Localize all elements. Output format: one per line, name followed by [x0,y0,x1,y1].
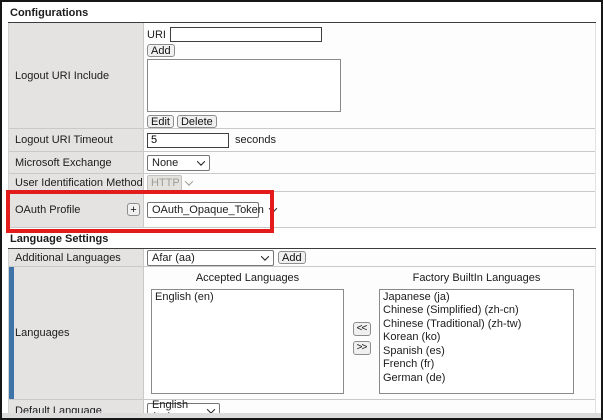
language-settings-table: Additional Languages Afar (aa) Add Langu… [8,249,596,420]
user-identification-method-label: User Identification Method [15,177,143,189]
bottom-scroll-strip [2,413,601,418]
microsoft-exchange-row: Microsoft Exchange None [9,151,595,173]
factory-builtin-languages-title: Factory BuiltIn Languages [379,272,574,285]
user-identification-method-selected-value: HTTP [151,177,180,189]
oauth-profile-select[interactable]: OAuth_Opaque_Token [147,202,259,218]
additional-languages-row: Additional Languages Afar (aa) Add [9,249,595,266]
logout-uri-timeout-content: seconds [144,129,595,151]
factory-builtin-languages-listbox[interactable]: Japanese (ja) Chinese (Simplified) (zh-c… [379,289,574,394]
oauth-profile-row: OAuth Profile + OAuth_Opaque_Token [9,191,595,227]
oauth-profile-label: OAuth Profile [15,204,80,216]
chevron-down-icon [261,252,269,260]
user-identification-method-select: HTTP [147,175,182,191]
additional-languages-add-button[interactable]: Add [278,251,306,264]
uri-add-button[interactable]: Add [147,44,175,57]
oauth-profile-add-button[interactable]: + [127,203,140,216]
configurations-table: Logout URI Include URI Add Edit Delete [8,23,596,228]
timeout-unit-label: seconds [235,134,276,146]
list-option[interactable]: Chinese (Simplified) (zh-cn) [383,304,573,318]
uri-delete-button[interactable]: Delete [177,115,217,128]
oauth-profile-content: OAuth_Opaque_Token [144,192,595,227]
move-to-factory-button[interactable]: >> [353,341,371,355]
chevron-down-icon [184,177,192,185]
logout-uri-include-row: Logout URI Include URI Add Edit Delete [9,23,595,128]
list-option[interactable]: French (fr) [383,358,573,372]
user-identification-method-label-cell: User Identification Method [9,174,144,191]
additional-languages-label: Additional Languages [15,252,121,264]
microsoft-exchange-select[interactable]: None [147,155,210,171]
logout-uri-timeout-label: Logout URI Timeout [15,134,113,146]
microsoft-exchange-content: None [144,152,595,173]
logout-uri-include-label-cell: Logout URI Include [9,23,144,128]
logout-uri-timeout-row: Logout URI Timeout seconds [9,128,595,151]
additional-languages-select[interactable]: Afar (aa) [147,250,274,266]
microsoft-exchange-selected-value: None [152,157,178,169]
chevron-down-icon [269,204,277,212]
list-option[interactable]: German (de) [383,372,573,386]
languages-row: Languages Accepted Languages English (en… [9,266,595,399]
languages-content: Accepted Languages English (en) << >> Fa… [144,267,595,399]
logout-uri-listbox[interactable] [147,59,341,112]
language-settings-section-header: Language Settings [8,230,596,249]
active-row-marker [9,267,14,399]
configuration-page: Configurations Logout URI Include URI Ad… [0,0,603,420]
microsoft-exchange-label-cell: Microsoft Exchange [9,152,144,173]
languages-label-cell: Languages [9,267,144,399]
oauth-profile-selected-value: OAuth_Opaque_Token [152,204,264,216]
configurations-section-header: Configurations [8,4,596,23]
logout-uri-include-label: Logout URI Include [15,70,109,82]
uri-edit-button[interactable]: Edit [147,115,174,128]
languages-label: Languages [15,327,69,339]
move-to-accepted-button[interactable]: << [353,322,371,336]
uri-input[interactable] [170,27,322,42]
accepted-languages-listbox[interactable]: English (en) [151,289,344,394]
accepted-languages-title: Accepted Languages [151,272,344,285]
additional-languages-content: Afar (aa) Add [144,249,595,266]
logout-uri-include-content: URI Add Edit Delete [144,23,595,128]
timeout-input[interactable] [147,133,229,148]
language-move-buttons: << >> [344,282,379,394]
content-frame: Configurations Logout URI Include URI Ad… [8,4,596,420]
list-option[interactable]: English (en) [155,291,343,305]
oauth-profile-label-cell: OAuth Profile + [9,192,144,227]
list-option[interactable]: Korean (ko) [383,331,573,345]
microsoft-exchange-label: Microsoft Exchange [15,157,112,169]
logout-uri-timeout-label-cell: Logout URI Timeout [9,129,144,151]
list-option[interactable]: Chinese (Traditional) (zh-tw) [383,318,573,332]
list-option[interactable]: Japanese (ja) [383,291,573,305]
additional-languages-label-cell: Additional Languages [9,249,144,266]
list-option[interactable]: Spanish (es) [383,345,573,359]
additional-languages-selected-value: Afar (aa) [152,252,195,264]
user-identification-method-content: HTTP [144,174,595,191]
uri-field-label: URI [147,29,166,41]
user-identification-method-row: User Identification Method HTTP [9,173,595,191]
chevron-down-icon [197,157,205,165]
